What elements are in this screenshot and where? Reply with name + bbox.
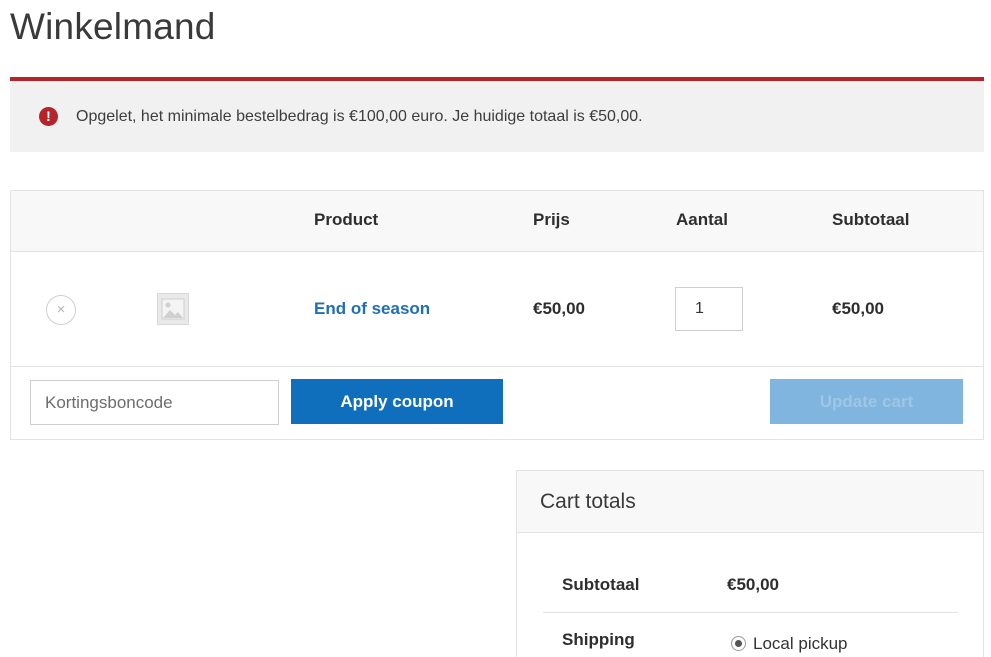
remove-item-button[interactable]: × [46, 295, 76, 325]
column-header-product: Product [314, 210, 379, 229]
page-title: Winkelmand [10, 6, 216, 47]
totals-shipping-label: Shipping [562, 630, 635, 649]
totals-divider [543, 612, 958, 613]
cart-totals: Cart totals Subtotaal €50,00 Shipping Lo… [516, 470, 984, 657]
exclamation-icon: ! [39, 107, 58, 126]
image-placeholder-icon[interactable] [157, 293, 189, 325]
error-notice: ! Opgelet, het minimale bestelbedrag is … [10, 77, 984, 152]
column-header-subtotal: Subtotaal [832, 210, 910, 229]
product-link[interactable]: End of season [314, 299, 430, 319]
cart-totals-title: Cart totals [540, 490, 636, 513]
shipping-option-label[interactable]: Local pickup [753, 634, 848, 654]
column-header-price: Prijs [533, 210, 570, 229]
cart-table: Product Prijs Aantal Subtotaal × End of … [10, 190, 984, 440]
cart-item-row: × End of season €50,00 €50,00 [11, 252, 983, 367]
cart-totals-header: Cart totals [517, 471, 983, 533]
column-header-quantity: Aantal [676, 210, 728, 229]
cart-table-header: Product Prijs Aantal Subtotaal [11, 191, 983, 252]
item-subtotal: €50,00 [832, 299, 884, 318]
totals-subtotal-value: €50,00 [727, 575, 779, 594]
shipping-radio-local-pickup[interactable] [731, 636, 746, 651]
cart-actions: Apply coupon Update cart [11, 367, 983, 439]
item-price: €50,00 [533, 299, 585, 318]
apply-coupon-button[interactable]: Apply coupon [291, 379, 503, 424]
notice-text: Opgelet, het minimale bestelbedrag is €1… [76, 107, 643, 125]
quantity-input[interactable] [675, 287, 743, 331]
coupon-code-input[interactable] [30, 380, 279, 425]
update-cart-button[interactable]: Update cart [770, 379, 963, 424]
totals-subtotal-label: Subtotaal [562, 575, 640, 594]
